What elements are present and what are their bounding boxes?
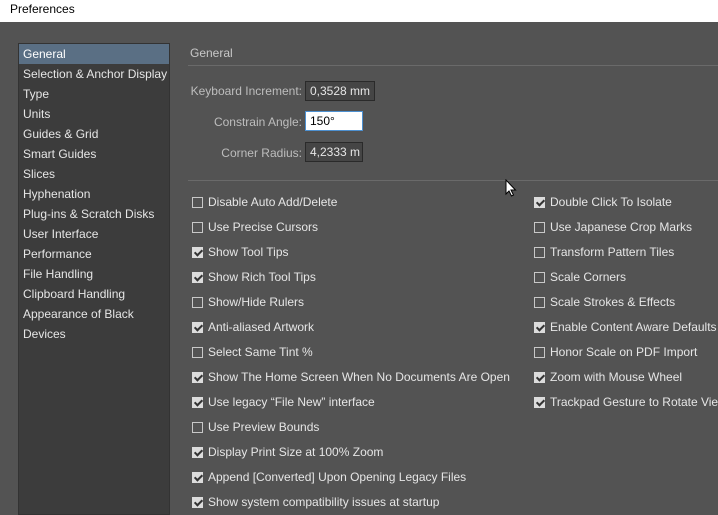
option-row[interactable]: Transform Pattern Tiles bbox=[534, 244, 674, 260]
checkbox-checked[interactable] bbox=[534, 196, 545, 208]
option-row[interactable]: Anti-aliased Artwork bbox=[192, 319, 314, 335]
checkbox-unchecked[interactable] bbox=[192, 221, 203, 233]
option-label: Scale Strokes & Effects bbox=[550, 295, 676, 309]
option-row[interactable]: Zoom with Mouse Wheel bbox=[534, 369, 682, 385]
option-label: Append [Converted] Upon Opening Legacy F… bbox=[208, 470, 467, 484]
sidebar-item-units[interactable]: Units bbox=[19, 104, 169, 124]
option-row[interactable]: Display Print Size at 100% Zoom bbox=[192, 444, 383, 460]
option-label: Show/Hide Rulers bbox=[208, 295, 305, 309]
option-row[interactable]: Trackpad Gesture to Rotate View bbox=[534, 394, 718, 410]
keyboard-increment-input[interactable]: 0,3528 mm bbox=[305, 81, 375, 101]
option-row[interactable]: Show Rich Tool Tips bbox=[192, 269, 316, 285]
keyboard-increment-label: Keyboard Increment: bbox=[190, 84, 302, 98]
option-label: Use Precise Cursors bbox=[208, 220, 319, 234]
option-row[interactable]: Append [Converted] Upon Opening Legacy F… bbox=[192, 469, 466, 485]
checkbox-unchecked[interactable] bbox=[534, 271, 545, 283]
sidebar-item-general[interactable]: General bbox=[19, 44, 169, 64]
option-row[interactable]: Select Same Tint % bbox=[192, 344, 313, 360]
checkbox-checked[interactable] bbox=[192, 471, 203, 483]
option-label: Show Rich Tool Tips bbox=[208, 270, 316, 284]
option-row[interactable]: Show system compatibility issues at star… bbox=[192, 494, 439, 510]
option-label: Show Tool Tips bbox=[208, 245, 289, 259]
option-row[interactable]: Show/Hide Rulers bbox=[192, 294, 304, 310]
checkbox-unchecked[interactable] bbox=[534, 246, 545, 258]
sidebar-item-hyphenation[interactable]: Hyphenation bbox=[19, 184, 169, 204]
option-row[interactable]: Use Japanese Crop Marks bbox=[534, 219, 692, 235]
corner-radius-label: Corner Radius: bbox=[221, 146, 302, 160]
checkbox-unchecked[interactable] bbox=[192, 346, 203, 358]
sidebar-item-devices[interactable]: Devices bbox=[19, 324, 169, 344]
option-label: Use Japanese Crop Marks bbox=[550, 220, 693, 234]
sidebar-item-appearance-of-black[interactable]: Appearance of Black bbox=[19, 304, 169, 324]
sidebar-item-user-interface[interactable]: User Interface bbox=[19, 224, 169, 244]
option-row[interactable]: Enable Content Aware Defaults bbox=[534, 319, 717, 335]
checkbox-checked[interactable] bbox=[534, 321, 545, 333]
option-label: Use Preview Bounds bbox=[208, 420, 320, 434]
checkbox-checked[interactable] bbox=[192, 246, 203, 258]
option-label: Show The Home Screen When No Documents A… bbox=[208, 370, 510, 384]
mouse-pointer-icon bbox=[505, 179, 517, 197]
sidebar-item-clipboard-handling[interactable]: Clipboard Handling bbox=[19, 284, 169, 304]
checkbox-unchecked[interactable] bbox=[192, 421, 203, 433]
option-label: Enable Content Aware Defaults bbox=[550, 320, 717, 334]
sidebar-item-file-handling[interactable]: File Handling bbox=[19, 264, 169, 284]
option-row[interactable]: Use legacy “File New” interface bbox=[192, 394, 375, 410]
checkbox-checked[interactable] bbox=[534, 371, 545, 383]
option-label: Transform Pattern Tiles bbox=[550, 245, 675, 259]
preferences-sidebar: General Selection & Anchor Display Type … bbox=[18, 43, 170, 515]
checkbox-checked[interactable] bbox=[534, 396, 545, 408]
constrain-angle-input[interactable]: 150° bbox=[305, 111, 363, 131]
checkbox-unchecked[interactable] bbox=[534, 221, 545, 233]
option-row[interactable]: Scale Corners bbox=[534, 269, 626, 285]
window-title: Preferences bbox=[10, 2, 75, 16]
option-row[interactable]: Disable Auto Add/Delete bbox=[192, 194, 337, 210]
checkbox-checked[interactable] bbox=[192, 321, 203, 333]
option-label: Scale Corners bbox=[550, 270, 627, 284]
checkbox-checked[interactable] bbox=[192, 446, 203, 458]
option-row[interactable]: Use Preview Bounds bbox=[192, 419, 319, 435]
option-row[interactable]: Scale Strokes & Effects bbox=[534, 294, 675, 310]
checkbox-checked[interactable] bbox=[192, 371, 203, 383]
constrain-angle-label: Constrain Angle: bbox=[213, 115, 302, 129]
checkbox-checked[interactable] bbox=[192, 496, 203, 508]
corner-radius-input[interactable]: 4,2333 m bbox=[305, 142, 363, 162]
option-label: Anti-aliased Artwork bbox=[208, 320, 315, 334]
checkbox-unchecked[interactable] bbox=[534, 296, 545, 308]
options-divider bbox=[188, 180, 718, 181]
sidebar-item-selection-anchor-display[interactable]: Selection & Anchor Display bbox=[19, 64, 169, 84]
option-row[interactable]: Double Click To Isolate bbox=[534, 194, 672, 210]
option-row[interactable]: Honor Scale on PDF Import bbox=[534, 344, 697, 360]
checkbox-unchecked[interactable] bbox=[534, 346, 545, 358]
sidebar-item-guides-grid[interactable]: Guides & Grid bbox=[19, 124, 169, 144]
checkbox-unchecked[interactable] bbox=[192, 196, 203, 208]
sidebar-item-type[interactable]: Type bbox=[19, 84, 169, 104]
section-title: General bbox=[190, 46, 233, 60]
option-row[interactable]: Show The Home Screen When No Documents A… bbox=[192, 369, 510, 385]
option-label: Display Print Size at 100% Zoom bbox=[208, 445, 384, 459]
checkbox-checked[interactable] bbox=[192, 271, 203, 283]
option-row[interactable]: Use Precise Cursors bbox=[192, 219, 318, 235]
option-label: Select Same Tint % bbox=[208, 345, 313, 359]
option-label: Trackpad Gesture to Rotate View bbox=[550, 395, 718, 409]
section-divider bbox=[188, 65, 718, 66]
sidebar-item-smart-guides[interactable]: Smart Guides bbox=[19, 144, 169, 164]
option-label: Double Click To Isolate bbox=[550, 195, 672, 209]
sidebar-item-plugins-scratch-disks[interactable]: Plug-ins & Scratch Disks bbox=[19, 204, 169, 224]
option-label: Zoom with Mouse Wheel bbox=[550, 370, 683, 384]
sidebar-item-slices[interactable]: Slices bbox=[19, 164, 169, 184]
option-label: Use legacy “File New” interface bbox=[208, 395, 375, 409]
title-bar: Preferences bbox=[0, 0, 718, 22]
checkbox-checked[interactable] bbox=[192, 396, 203, 408]
option-label: Disable Auto Add/Delete bbox=[208, 195, 338, 209]
sidebar-item-performance[interactable]: Performance bbox=[19, 244, 169, 264]
option-label: Show system compatibility issues at star… bbox=[208, 495, 440, 509]
checkbox-unchecked[interactable] bbox=[192, 296, 203, 308]
option-row[interactable]: Show Tool Tips bbox=[192, 244, 289, 260]
option-label: Honor Scale on PDF Import bbox=[550, 345, 698, 359]
